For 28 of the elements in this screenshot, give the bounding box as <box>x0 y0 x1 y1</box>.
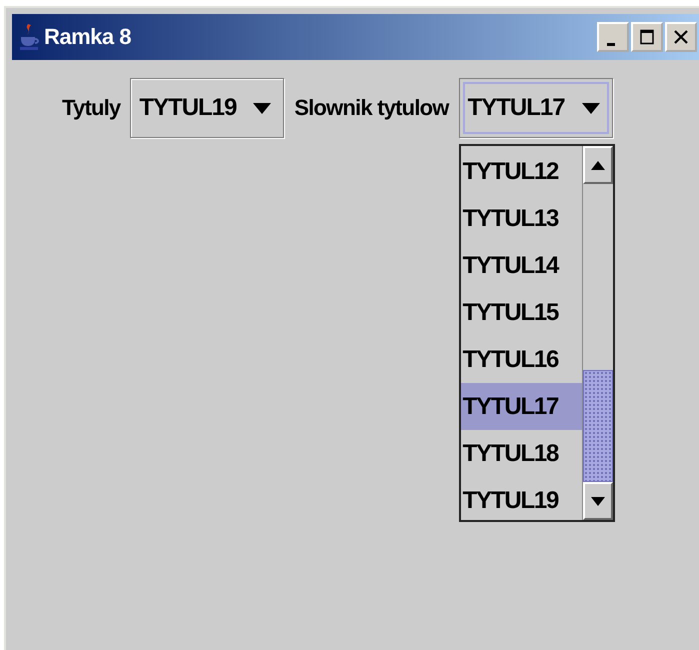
scroll-down-button[interactable] <box>582 482 613 520</box>
scroll-thumb[interactable] <box>582 370 613 482</box>
close-icon <box>673 29 689 45</box>
list-item[interactable]: TYTUL18 <box>460 430 582 477</box>
list-item[interactable]: TYTUL16 <box>460 336 582 383</box>
caret-icon <box>582 102 600 114</box>
minimize-button[interactable] <box>597 22 629 52</box>
combo-box[interactable]: TYTUL19 <box>130 78 284 138</box>
cup-icon <box>18 22 40 52</box>
window-title: Ramka 8 <box>44 24 132 50</box>
field-label: Tytuly <box>62 95 120 121</box>
list-item[interactable]: TYTUL15 <box>460 289 582 336</box>
down-arrow-icon <box>590 496 605 506</box>
field-label: Slownik tytulow <box>294 95 449 121</box>
list-item[interactable]: TYTUL19 <box>460 477 582 524</box>
maximize-icon <box>639 29 655 45</box>
close-button[interactable] <box>665 22 697 52</box>
list-item[interactable]: TYTUL17 <box>460 383 582 430</box>
list-item[interactable]: TYTUL13 <box>460 195 582 242</box>
combo-box[interactable]: TYTUL17 <box>458 78 613 138</box>
minimize-icon <box>607 42 615 46</box>
list-item[interactable]: TYTUL14 <box>460 242 582 289</box>
up-arrow-icon <box>590 160 605 170</box>
scrollbar[interactable] <box>582 146 613 520</box>
list-item[interactable]: TYTUL12 <box>460 148 582 195</box>
maximize-button[interactable] <box>631 22 663 52</box>
scroll-up-button[interactable] <box>582 146 613 184</box>
caret-icon <box>253 102 272 114</box>
